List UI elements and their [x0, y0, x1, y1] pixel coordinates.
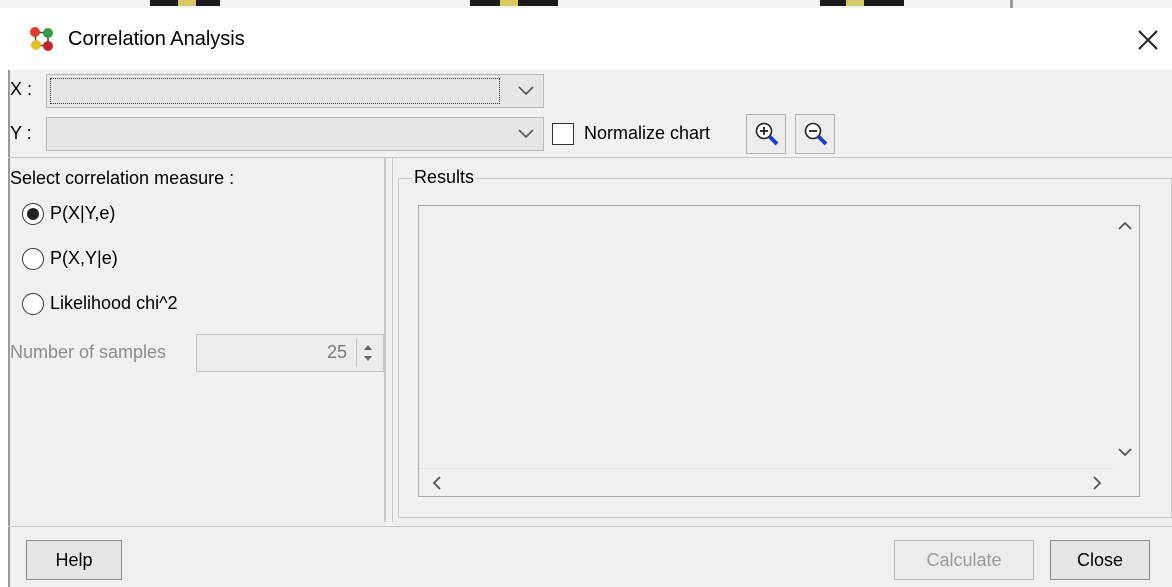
app-network-icon [30, 27, 53, 51]
radio-label-likelihood-chi2[interactable]: Likelihood chi^2 [50, 293, 178, 314]
chevron-right-icon[interactable] [1083, 469, 1111, 497]
help-button[interactable]: Help [26, 540, 122, 580]
radio-selected-dot [27, 208, 39, 220]
chevron-left-icon[interactable] [423, 469, 451, 497]
y-label: Y : [10, 123, 32, 143]
x-variable-combo[interactable] [46, 74, 544, 108]
close-button-label: Close [1076, 550, 1124, 570]
samples-label: Number of samples [10, 342, 167, 362]
calculate-button[interactable]: Calculate [894, 540, 1034, 580]
radio-likelihood-chi2[interactable] [22, 293, 44, 315]
zoom-out-button[interactable] [795, 114, 835, 154]
x-combo-focus-ring [50, 78, 500, 104]
help-button-label: Help [55, 550, 93, 570]
calculate-button-label: Calculate [926, 550, 1002, 570]
y-variable-combo[interactable] [46, 117, 544, 151]
spinner-buttons[interactable] [356, 339, 379, 367]
zoom-in-button[interactable] [746, 114, 786, 154]
radio-p-x-y-given-e[interactable] [22, 248, 44, 270]
vertical-scrollbar[interactable] [1111, 206, 1139, 468]
window-title: Correlation Analysis [68, 28, 245, 50]
chevron-down-icon [518, 86, 534, 96]
chevron-up-icon[interactable] [1111, 212, 1139, 240]
measure-heading: Select correlation measure : [10, 168, 235, 188]
normalize-chart-checkbox[interactable] [552, 123, 574, 145]
x-label: X : [10, 79, 33, 99]
results-text-area[interactable] [418, 205, 1140, 497]
samples-spinner[interactable]: 25 [196, 334, 384, 372]
radio-label-p-x-given-y-e[interactable]: P(X|Y,e) [50, 203, 115, 224]
close-window-icon[interactable] [1136, 28, 1160, 52]
radio-label-p-x-y-given-e[interactable]: P(X,Y|e) [50, 248, 118, 269]
chevron-down-icon [518, 129, 534, 139]
results-legend: Results [412, 167, 477, 188]
zoom-in-icon [755, 122, 779, 146]
spinner-up-down-icon [364, 345, 372, 361]
title-bar: Correlation Analysis [0, 8, 1172, 70]
footer-divider [8, 526, 1172, 527]
horizontal-scrollbar[interactable] [419, 468, 1113, 496]
close-button[interactable]: Close [1050, 540, 1150, 580]
chevron-down-icon[interactable] [1111, 438, 1139, 466]
samples-value: 25 [326, 342, 347, 362]
zoom-out-icon [804, 122, 828, 146]
radio-p-x-given-y-e[interactable] [22, 203, 44, 225]
normalize-chart-label[interactable]: Normalize chart [584, 123, 710, 144]
panel-separator [392, 158, 393, 522]
